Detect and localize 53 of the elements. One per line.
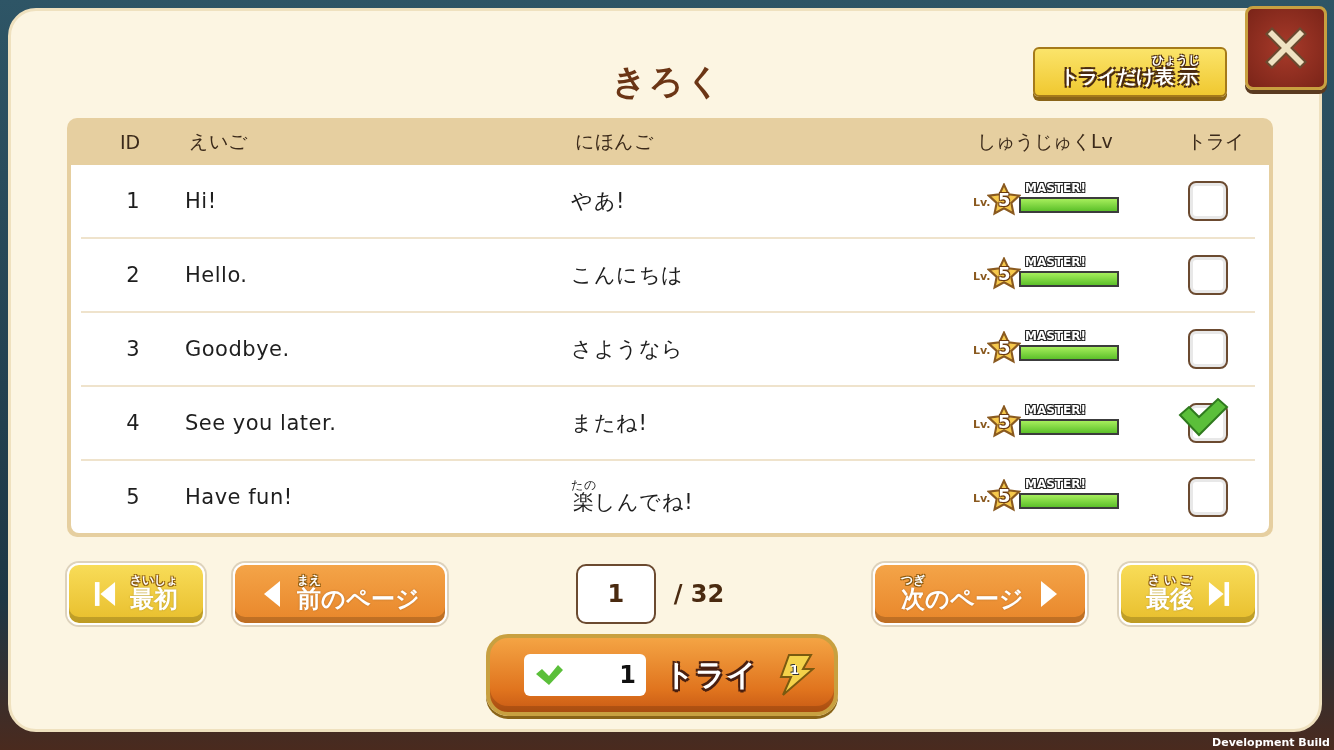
next-page-button[interactable]: 次 つぎ のページ bbox=[873, 563, 1087, 625]
try-checkbox[interactable] bbox=[1188, 181, 1228, 221]
column-header: トライ bbox=[1186, 128, 1244, 154]
skip-forward-icon bbox=[1208, 580, 1230, 608]
id-cell: 2 bbox=[126, 263, 140, 287]
column-header: ID bbox=[119, 130, 141, 153]
level-number: 5 bbox=[998, 189, 1011, 210]
try-checkbox[interactable] bbox=[1188, 255, 1228, 295]
lv-label: Lv. bbox=[973, 344, 991, 357]
id-cell: 1 bbox=[126, 189, 140, 213]
id-cell: 4 bbox=[126, 411, 140, 435]
level-number: 5 bbox=[998, 485, 1011, 506]
level-number: 5 bbox=[998, 411, 1011, 432]
english-cell-text: Hi! bbox=[185, 189, 218, 213]
lv-label: Lv. bbox=[973, 270, 991, 283]
try-checkbox[interactable] bbox=[1188, 477, 1228, 517]
mastery-label: MASTER! bbox=[1025, 329, 1086, 343]
mastery-label: MASTER! bbox=[1025, 477, 1086, 491]
page-number-field[interactable]: 1 bbox=[575, 564, 656, 624]
dialog-title: きろく bbox=[611, 60, 723, 103]
id-cell: 3 bbox=[126, 337, 140, 361]
page-total: / 32 bbox=[673, 580, 725, 608]
previous-page-button[interactable]: 前 まえ のページ bbox=[233, 563, 447, 625]
first-page-button[interactable]: 最初 さいしょ bbox=[67, 563, 205, 625]
japanese-cell-text: 楽 たの しんでね! bbox=[571, 478, 695, 516]
build-label: Development Build bbox=[1212, 736, 1330, 749]
skip-back-icon bbox=[94, 580, 116, 608]
try-button[interactable]: 1 トライ 1 bbox=[486, 634, 838, 716]
level-number: 5 bbox=[998, 337, 1011, 358]
check-icon bbox=[534, 663, 564, 687]
last-page-button[interactable]: 最後 さいご bbox=[1119, 563, 1257, 625]
english-cell-text: Goodbye. bbox=[185, 337, 291, 361]
japanese-cell-text: またね! bbox=[571, 410, 649, 437]
lv-label: Lv. bbox=[973, 196, 991, 209]
japanese-cell-text: こんにちは bbox=[571, 262, 685, 289]
id-cell: 5 bbox=[126, 485, 140, 509]
column-header: しゅうじゅくLv bbox=[977, 128, 1113, 154]
lv-label: Lv. bbox=[973, 418, 991, 431]
try-checkbox[interactable] bbox=[1188, 329, 1228, 369]
column-header: にほんご bbox=[575, 128, 653, 154]
japanese-cell-text: さようなら bbox=[571, 336, 685, 363]
selected-count-field: 1 bbox=[524, 654, 646, 696]
column-header: えいご bbox=[189, 128, 248, 154]
mastery-label: MASTER! bbox=[1025, 255, 1086, 269]
lv-label: Lv. bbox=[973, 492, 991, 505]
japanese-cell-text: やあ! bbox=[571, 188, 626, 215]
english-cell-text: Have fun! bbox=[185, 485, 294, 509]
english-cell-text: See you later. bbox=[185, 411, 338, 435]
mastery-label: MASTER! bbox=[1025, 403, 1086, 417]
level-number: 5 bbox=[998, 263, 1011, 284]
mastery-label: MASTER! bbox=[1025, 181, 1086, 195]
check-icon bbox=[1177, 397, 1229, 437]
english-cell-text: Hello. bbox=[185, 263, 249, 287]
